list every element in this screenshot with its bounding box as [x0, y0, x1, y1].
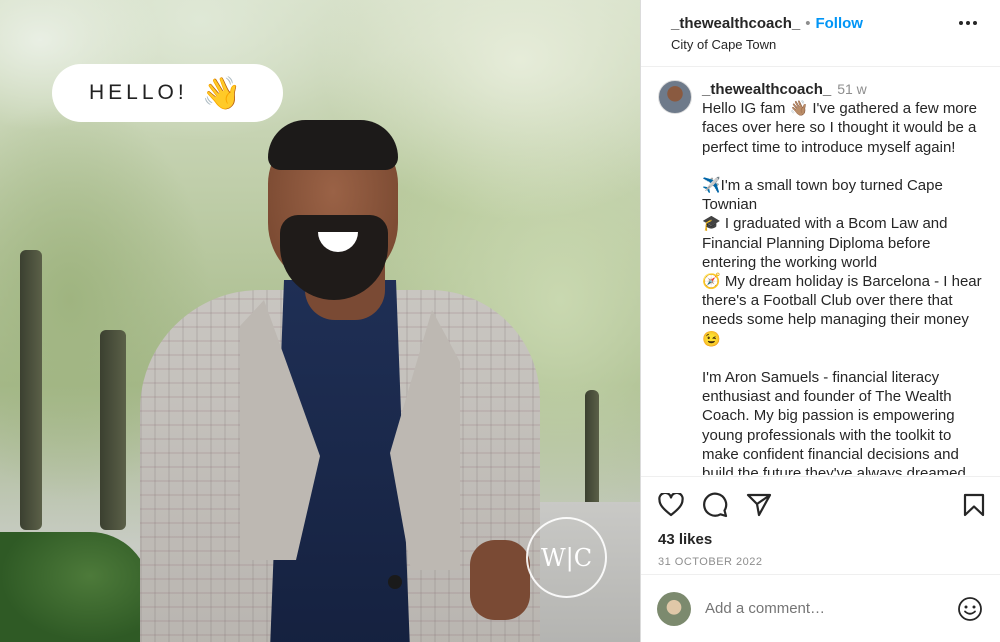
caption-line: Hello IG fam 👋🏽 I've gathered a few more…: [702, 100, 977, 156]
hedge: [0, 532, 150, 642]
tree-trunk: [100, 330, 126, 530]
post-photo[interactable]: HELLO! 👋 W|C: [0, 0, 640, 642]
caption-line: 🎓 I graduated with a Bcom Law and Financ…: [702, 215, 948, 271]
hello-text: HELLO!: [89, 81, 188, 104]
person: [140, 120, 540, 642]
waving-hand-icon: 👋: [201, 75, 242, 111]
logo-text: W|C: [540, 543, 593, 572]
hello-badge: HELLO! 👋: [52, 64, 283, 122]
tree-trunk: [20, 250, 42, 530]
tree-trunk: [585, 390, 599, 520]
post-panel: _thewealthcoach_ • Follow City of Cape T…: [640, 0, 1000, 642]
post-date[interactable]: 31 OCTOBER 2022: [658, 556, 985, 568]
separator-dot: •: [805, 15, 811, 32]
caption: _thewealthcoach_ 51 w Hello IG fam 👋🏽 I'v…: [702, 80, 983, 475]
location-link[interactable]: City of Cape Town: [671, 37, 1000, 52]
caption-username[interactable]: _thewealthcoach_: [702, 81, 831, 98]
comment-input[interactable]: [705, 600, 943, 617]
share-icon[interactable]: [746, 493, 772, 517]
caption-line: ✈️I'm a small town boy turned Cape Towni…: [702, 177, 943, 214]
hair: [268, 120, 398, 170]
bookmark-icon[interactable]: [963, 493, 985, 517]
instagram-post: HELLO! 👋 W|C _thewealthcoach_ • Follow C…: [0, 0, 1000, 642]
comment-bar: [641, 574, 1000, 642]
hand: [470, 540, 530, 620]
likes-count[interactable]: 43 likes: [658, 531, 985, 548]
action-icons: [658, 491, 985, 519]
header-username[interactable]: _thewealthcoach_: [671, 15, 800, 32]
header-row: _thewealthcoach_ • Follow: [671, 15, 1000, 32]
caption-line: I'm Aron Samuels - financial literacy en…: [702, 369, 966, 475]
comment-icon[interactable]: [702, 492, 728, 518]
emoji-icon[interactable]: [957, 596, 983, 622]
caption-line: [702, 349, 983, 368]
post-actions: 43 likes 31 OCTOBER 2022: [641, 476, 1000, 568]
caption-area[interactable]: _thewealthcoach_ 51 w Hello IG fam 👋🏽 I'v…: [641, 68, 1000, 475]
jacket-button: [388, 575, 402, 589]
post-header: _thewealthcoach_ • Follow City of Cape T…: [641, 0, 1000, 67]
caption-time[interactable]: 51 w: [837, 81, 867, 97]
more-horizontal-icon[interactable]: [958, 20, 978, 26]
follow-button[interactable]: Follow: [815, 15, 863, 32]
user-avatar: [657, 591, 691, 626]
heart-icon[interactable]: [658, 493, 684, 517]
caption-line: [702, 157, 983, 176]
wealth-coach-logo: W|C: [526, 517, 607, 598]
caption-line: 🧭 My dream holiday is Barcelona - I hear…: [702, 273, 982, 348]
avatar[interactable]: [658, 80, 692, 114]
